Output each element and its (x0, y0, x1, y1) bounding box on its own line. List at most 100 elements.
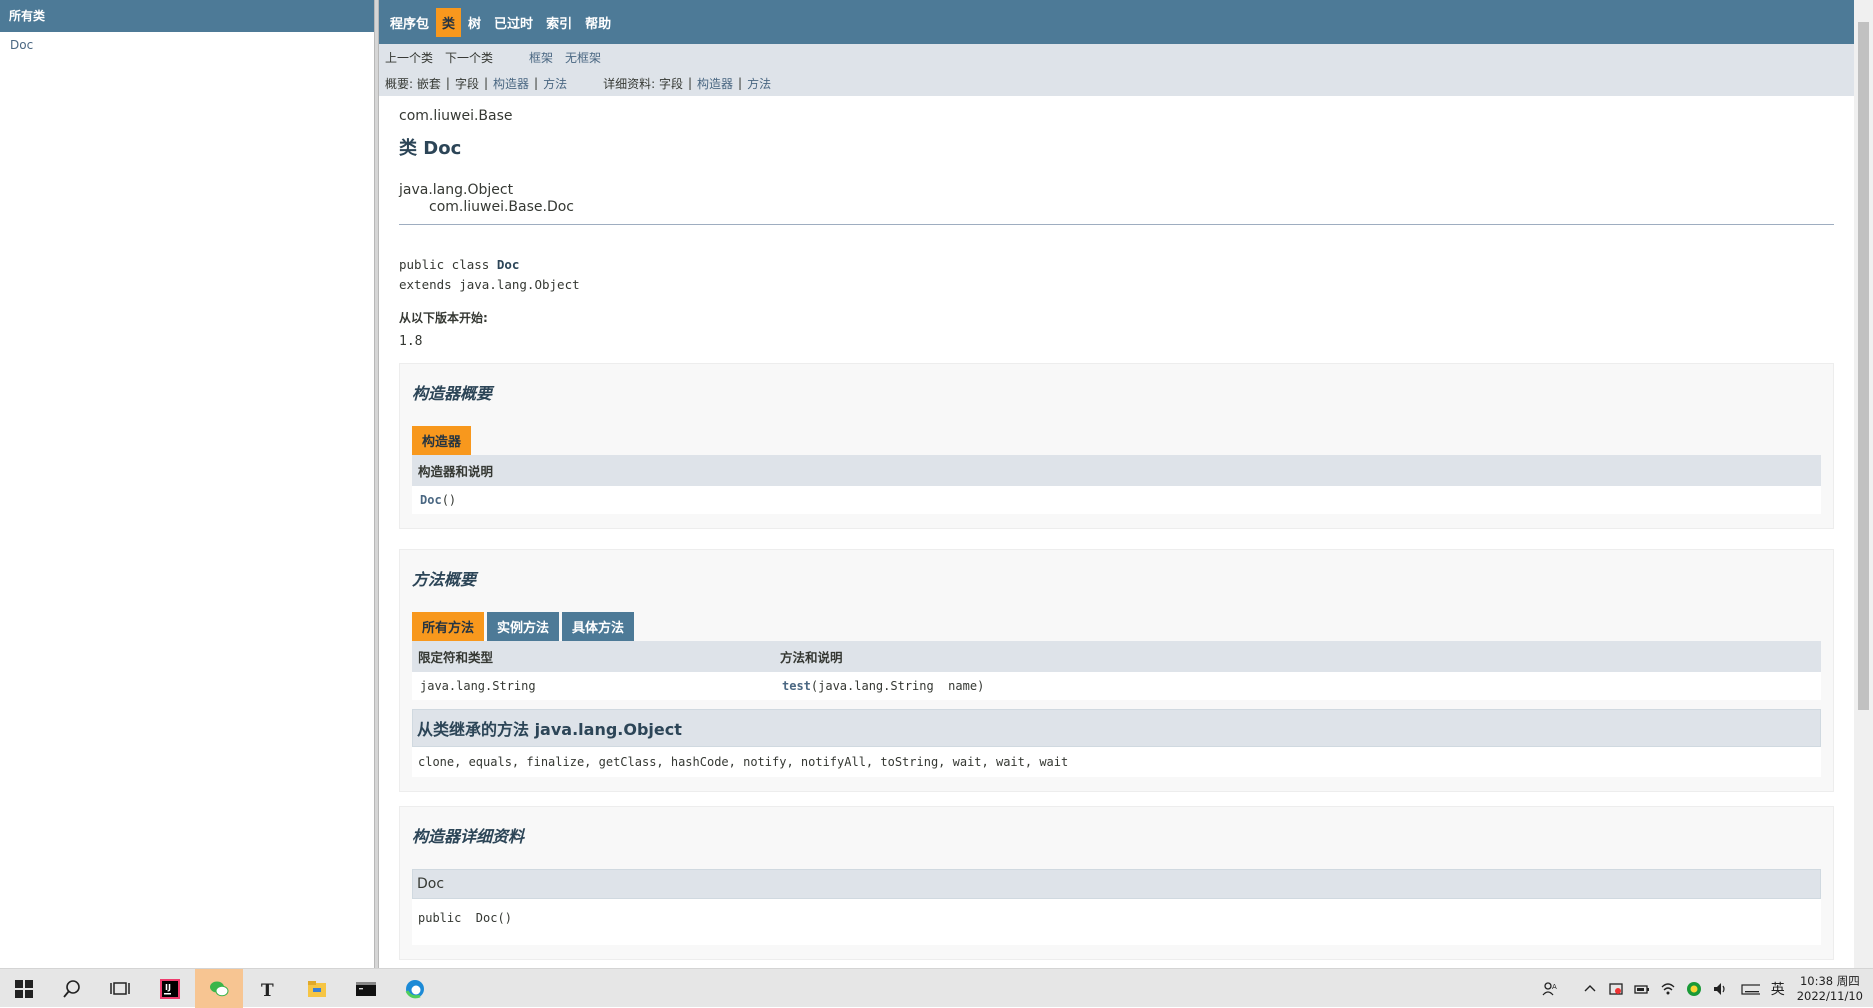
detail-method-link[interactable]: 方法 (747, 75, 771, 92)
col-constructor-desc: 构造器和说明 (412, 455, 1821, 486)
package-name: com.liuwei.Base (399, 108, 513, 124)
taskbar-app-file-explorer[interactable] (293, 969, 341, 1008)
class-content: com.liuwei.Base 类 Doc java.lang.Object c… (379, 108, 1854, 960)
class-title: 类 Doc (399, 138, 462, 159)
table-row: java.lang.String test(java.lang.String n… (412, 672, 1821, 700)
constructor-summary-title: 构造器概要 (412, 384, 493, 403)
clock-time: 10:38 周四 (1799, 973, 1860, 988)
detail-label: 详细资料: (603, 76, 656, 91)
next-class: 下一个类 (445, 50, 494, 65)
nav-class[interactable]: 类 (436, 7, 462, 37)
prev-class: 上一个类 (385, 50, 434, 65)
constructor-tabs: 构造器 (412, 426, 1821, 455)
since-label: 从以下版本开始: (399, 311, 488, 325)
all-classes-header: 所有类 (0, 0, 374, 32)
people-icon[interactable]: A (1542, 981, 1558, 997)
terminal-icon (356, 981, 376, 996)
taskbar-app-edge[interactable] (391, 969, 439, 1008)
constructor-doc-link[interactable]: Doc (420, 493, 442, 507)
constructor-parens: () (441, 493, 457, 507)
tab-concrete-methods[interactable]: 具体方法 (562, 612, 635, 641)
top-navbar: 程序包 类 树 已过时 索引 帮助 (379, 0, 1854, 44)
subnav-summary-detail: 概要: 嵌套 | 字段 | 构造器 | 方法 详细资料: 字段 | 构造器 | … (379, 70, 1854, 96)
inheritance-child: com.liuwei.Base.Doc (429, 199, 574, 215)
tab-constructors[interactable]: 构造器 (412, 426, 472, 455)
taskbar-app-typora[interactable]: T (244, 969, 292, 1008)
method-test-link[interactable]: test (782, 679, 811, 693)
method-tabs: 所有方法 实例方法 具体方法 (412, 612, 1821, 641)
col-modifier-type: 限定符和类型 (412, 641, 774, 672)
taskbar: IJ T A 英 10:38 周四 2022/11/10 (0, 968, 1873, 1008)
wifi-icon[interactable] (1660, 981, 1676, 997)
detail-constructor-link[interactable]: 构造器 (697, 75, 733, 92)
taskbar-app-wechat[interactable] (195, 969, 243, 1008)
tab-all-methods[interactable]: 所有方法 (412, 612, 485, 641)
system-tray: A 英 10:38 周四 2022/11/10 (1537, 969, 1863, 1008)
inherited-methods-title: 从类继承的方法 java.lang.Object (412, 709, 1821, 747)
typora-icon: T (261, 981, 274, 999)
constructor-summary-table: 构造器和说明 Doc() (412, 455, 1821, 514)
security-tray-icon[interactable] (1608, 981, 1624, 997)
class-list: Doc (0, 32, 374, 58)
constructor-summary-block: 构造器概要 构造器 构造器和说明 Doc() (399, 363, 1834, 529)
subnav-class-frames: 上一个类 下一个类 框架 无框架 (379, 44, 1854, 70)
inheritance-root: java.lang.Object (399, 182, 514, 198)
method-summary-title: 方法概要 (412, 570, 477, 589)
task-view-button[interactable] (96, 969, 144, 1008)
nav-index[interactable]: 索引 (540, 8, 578, 37)
nav-tree[interactable]: 树 (462, 8, 487, 37)
constructor-detail-block: 构造器详细资料 Doc public Doc() (399, 806, 1834, 960)
nav-package[interactable]: 程序包 (384, 8, 435, 37)
summary-nested: 嵌套 (416, 76, 441, 91)
battery-icon[interactable] (1634, 981, 1650, 997)
summary-label: 概要: (385, 76, 414, 91)
svg-text:T: T (261, 981, 274, 999)
signature-class-name: Doc (496, 257, 520, 272)
keyboard-icon[interactable] (1738, 981, 1760, 997)
chevron-up-icon[interactable] (1582, 981, 1598, 997)
col-method-desc: 方法和说明 (774, 641, 1821, 672)
app-tray-icon[interactable] (1686, 981, 1702, 997)
ime-indicator[interactable]: 英 (1771, 979, 1785, 999)
method-summary-table: 限定符和类型 方法和说明 java.lang.String test(java.… (412, 641, 1821, 700)
table-row: Doc() (412, 486, 1821, 514)
tab-instance-methods[interactable]: 实例方法 (487, 612, 560, 641)
start-icon (15, 979, 33, 998)
scrollbar-thumb[interactable] (1858, 22, 1869, 710)
inherited-methods-list: clone, equals, finalize, getClass, hashC… (412, 747, 1821, 777)
search-button[interactable] (48, 969, 96, 1008)
constructor-detail-title: 构造器详细资料 (412, 827, 525, 846)
intellij-icon: IJ (160, 978, 180, 999)
constructor-detail-signature: public Doc() (412, 899, 1821, 945)
taskbar-app-terminal[interactable] (342, 969, 390, 1008)
frames-link[interactable]: 框架 (529, 49, 553, 66)
no-frames-link[interactable]: 无框架 (565, 49, 601, 66)
method-params: (java.lang.String name) (810, 679, 985, 693)
vertical-scrollbar[interactable] (1854, 0, 1873, 968)
start-button[interactable] (0, 969, 48, 1008)
summary-field: 字段 (454, 76, 479, 91)
edge-icon (405, 979, 424, 998)
constructor-detail-head: Doc (412, 869, 1821, 899)
class-signature: public class Doc extends java.lang.Objec… (399, 255, 1834, 295)
class-frame: 程序包 类 树 已过时 索引 帮助 上一个类 下一个类 框架 无框架 概要: 嵌… (379, 0, 1854, 968)
inheritance-tree: java.lang.Object com.liuwei.Base.Doc (399, 182, 1834, 216)
clock-date: 2022/11/10 (1796, 988, 1863, 1003)
summary-method-link[interactable]: 方法 (543, 75, 567, 92)
summary-constructor-link[interactable]: 构造器 (493, 75, 529, 92)
nav-help[interactable]: 帮助 (579, 8, 617, 37)
divider (399, 224, 1834, 225)
task-view-icon (110, 981, 130, 995)
volume-icon[interactable] (1712, 981, 1728, 997)
wechat-icon (210, 981, 229, 996)
svg-text:IJ: IJ (165, 983, 171, 992)
signature-prefix: public class (399, 257, 497, 272)
signature-extends: extends java.lang.Object (399, 277, 580, 292)
clock[interactable]: 10:38 周四 2022/11/10 (1797, 974, 1863, 1004)
since-value: 1.8 (399, 334, 423, 349)
taskbar-app-intellij[interactable]: IJ (146, 969, 194, 1008)
method-summary-block: 方法概要 所有方法 实例方法 具体方法 限定符和类型 方法和说明 java.la… (399, 549, 1834, 792)
nav-deprecated[interactable]: 已过时 (488, 8, 539, 37)
class-link-doc[interactable]: Doc (10, 38, 33, 52)
method-return-type: java.lang.String (420, 679, 536, 693)
